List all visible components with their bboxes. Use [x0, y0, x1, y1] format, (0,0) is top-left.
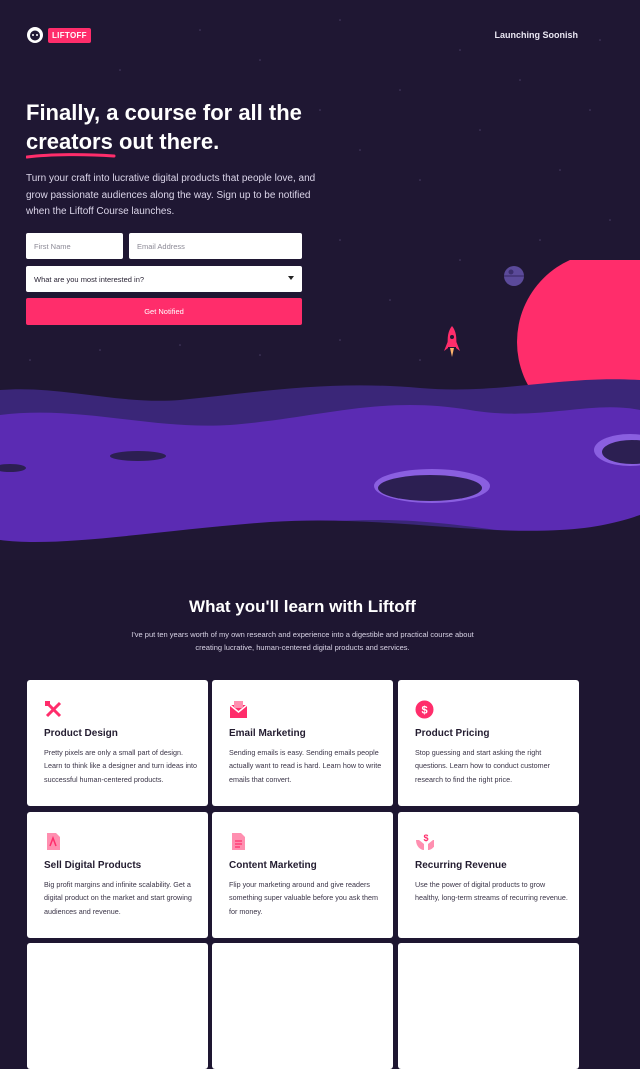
card-title: Product Design	[44, 728, 118, 739]
course-card-product-pricing[interactable]: $ Product Pricing Stop guessing and star…	[398, 680, 579, 806]
card-description: Big profit margins and infinite scalabil…	[44, 880, 192, 916]
chevron-down-icon	[288, 276, 294, 280]
envelope-icon	[229, 701, 248, 718]
logo[interactable]: LIFTOFF	[26, 26, 91, 44]
course-card[interactable]	[212, 943, 393, 1069]
card-title: Recurring Revenue	[415, 860, 507, 871]
svg-text:$: $	[421, 705, 427, 717]
hero-title-highlight: creators	[26, 129, 113, 154]
hero-title: Finally, a course for all the creators o…	[26, 98, 326, 156]
card-description: Use the power of digital products to gro…	[415, 880, 568, 903]
highlight-underline	[26, 153, 116, 159]
first-name-input[interactable]: First Name	[26, 233, 123, 259]
course-card-sell-digital-products[interactable]: Sell Digital Products Big profit margins…	[27, 812, 208, 938]
pdf-file-icon	[47, 833, 60, 850]
card-description: Pretty pixels are only a small part of d…	[44, 748, 198, 784]
get-notified-button[interactable]: Get Notified	[26, 298, 302, 325]
interest-select[interactable]: What are you most interested in?	[26, 266, 302, 292]
moon-station-icon	[504, 266, 524, 286]
astronaut-logo-icon	[27, 27, 43, 43]
email-input[interactable]: Email Address	[129, 233, 302, 259]
planet-surface-illustration	[0, 379, 640, 560]
interest-select-value: What are you most interested in?	[34, 275, 145, 284]
rocket-icon	[444, 326, 460, 357]
dollar-icon: $	[415, 700, 434, 719]
card-description: Sending emails is easy. Sending emails p…	[229, 748, 382, 784]
launching-soonish-link[interactable]: Launching Soonish	[495, 30, 579, 40]
card-title: Sell Digital Products	[44, 860, 142, 871]
card-description: Stop guessing and start asking the right…	[415, 748, 551, 784]
course-card-content-marketing[interactable]: Content Marketing Flip your marketing ar…	[212, 812, 393, 938]
hero-title-line1: Finally, a course for all the	[26, 100, 302, 125]
site-header: LIFTOFF Launching Soonish	[26, 22, 578, 50]
learn-section-subtitle: I've put ten years worth of my own resea…	[131, 630, 474, 652]
hero-description: Turn your craft into lucrative digital p…	[26, 173, 316, 217]
logo-text: LIFTOFF	[48, 27, 91, 43]
design-tools-icon	[45, 701, 62, 718]
hero-title-line2: creators out there.	[26, 127, 326, 156]
svg-text:$: $	[423, 833, 428, 843]
card-title: Email Marketing	[229, 728, 306, 739]
course-card-product-design[interactable]: Product Design Pretty pixels are only a …	[27, 680, 208, 806]
card-description: Flip your marketing around and give read…	[229, 880, 379, 916]
course-card[interactable]	[398, 943, 579, 1069]
learn-section-title: What you'll learn with Liftoff	[189, 597, 416, 616]
hero-title-rest: out there.	[112, 129, 220, 154]
document-icon	[232, 833, 245, 850]
card-title: Product Pricing	[415, 728, 490, 739]
course-card-email-marketing[interactable]: Email Marketing Sending emails is easy. …	[212, 680, 393, 806]
hero-section: LIFTOFF Launching Soonish Finally, a cou…	[0, 0, 640, 560]
hands-dollar-icon: $	[416, 833, 434, 850]
card-title: Content Marketing	[229, 860, 317, 871]
course-card[interactable]	[27, 943, 208, 1069]
course-card-recurring-revenue[interactable]: $ Recurring Revenue Use the power of dig…	[398, 812, 579, 938]
